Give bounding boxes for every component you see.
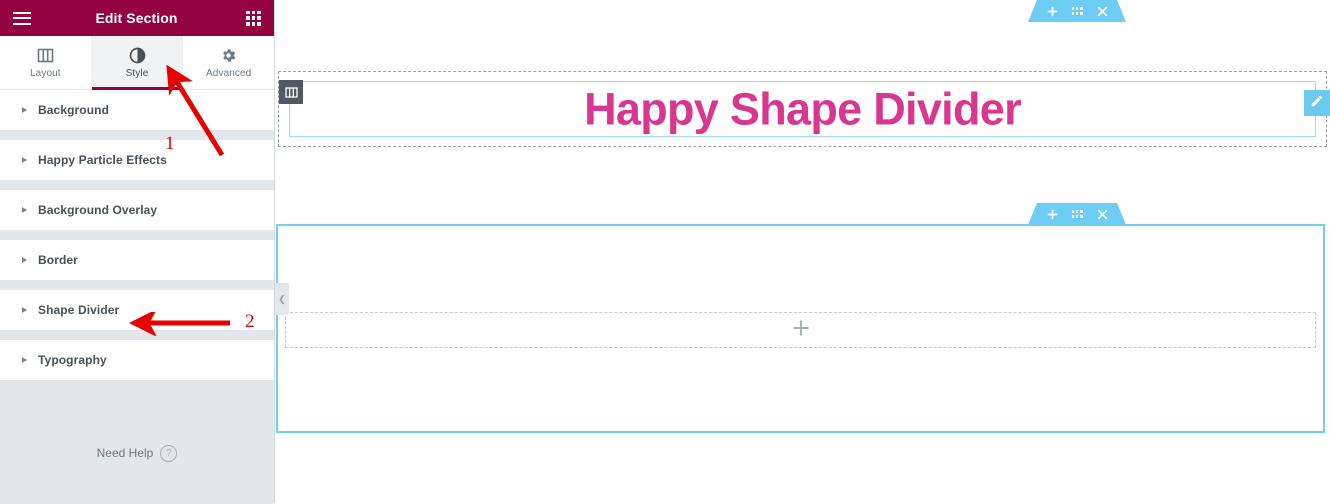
accordion-separator xyxy=(0,130,274,140)
panel-header: Edit Section xyxy=(0,0,274,36)
accordion-border[interactable]: Border xyxy=(0,240,274,280)
need-help-label: Need Help xyxy=(96,446,154,460)
tab-style[interactable]: Style xyxy=(91,36,184,90)
contrast-circle-icon xyxy=(129,47,146,64)
accordion-background[interactable]: Background xyxy=(0,90,274,130)
panel-collapse-handle[interactable]: ❮ xyxy=(275,283,289,315)
drag-dots-icon[interactable] xyxy=(1072,210,1083,218)
accordion-shape-divider[interactable]: Shape Divider xyxy=(0,290,274,330)
grid-apps-icon[interactable] xyxy=(246,10,261,26)
widget-drop-zone[interactable] xyxy=(285,312,1316,348)
accordion-typography[interactable]: Typography xyxy=(0,340,274,380)
tab-layout-label: Layout xyxy=(30,67,61,79)
caret-right-icon xyxy=(22,157,27,163)
caret-right-icon xyxy=(22,307,27,313)
gear-icon xyxy=(220,47,237,64)
accordion-background-overlay[interactable]: Background Overlay xyxy=(0,190,274,230)
tab-layout[interactable]: Layout xyxy=(0,36,92,89)
accordion-label: Border xyxy=(38,253,78,267)
layout-columns-icon xyxy=(37,47,54,64)
tab-style-label: Style xyxy=(125,67,149,79)
section1-controls xyxy=(1028,0,1126,22)
heading-widget-text[interactable]: Happy Shape Divider xyxy=(290,87,1315,132)
drag-dots-icon[interactable] xyxy=(1072,7,1083,15)
panel-tabs: Layout Style Advanced xyxy=(0,36,275,90)
panel-title: Edit Section xyxy=(95,10,178,26)
plus-icon[interactable] xyxy=(1047,209,1058,220)
section-empty-selected[interactable] xyxy=(276,224,1325,433)
accordion-happy-particle-effects[interactable]: Happy Particle Effects xyxy=(0,140,274,180)
section-heading-column[interactable]: Happy Shape Divider xyxy=(289,81,1316,137)
edit-section-panel: Edit Section Layout Style Advanced Backg… xyxy=(0,0,275,504)
column-handle-icon[interactable] xyxy=(279,80,303,104)
annotation-number-1: 1 xyxy=(165,133,175,154)
accordion-separator xyxy=(0,330,274,340)
chevron-left-icon: ❮ xyxy=(278,293,286,304)
pencil-edit-icon xyxy=(1310,94,1324,113)
accordion-label: Background Overlay xyxy=(38,203,158,217)
accordion-separator xyxy=(0,230,274,240)
accordion-label: Background xyxy=(38,103,110,117)
plus-icon xyxy=(792,319,810,341)
accordion-label: Typography xyxy=(38,353,107,367)
section2-controls xyxy=(1028,203,1126,225)
accordion-label: Shape Divider xyxy=(38,303,120,317)
accordion-separator xyxy=(0,180,274,190)
need-help-link[interactable]: Need Help ? xyxy=(96,444,178,462)
accordion-separator xyxy=(0,280,274,290)
annotation-number-2: 2 xyxy=(245,311,255,332)
accordion-label: Happy Particle Effects xyxy=(38,153,167,167)
caret-right-icon xyxy=(22,207,27,213)
section-heading[interactable]: Happy Shape Divider xyxy=(278,71,1330,147)
caret-right-icon xyxy=(22,257,27,263)
edit-widget-button[interactable] xyxy=(1304,90,1330,116)
plus-icon[interactable] xyxy=(1047,6,1058,17)
close-x-icon[interactable] xyxy=(1097,209,1108,220)
tab-advanced[interactable]: Advanced xyxy=(183,36,275,89)
question-circle-icon: ? xyxy=(160,444,178,462)
accordion-separator xyxy=(0,380,274,390)
editor-canvas: ❮ Happy Shape Divider xyxy=(275,0,1330,503)
caret-right-icon xyxy=(22,107,27,113)
panel-footer: Need Help ? xyxy=(0,403,274,503)
close-x-icon[interactable] xyxy=(1097,6,1108,17)
tab-advanced-label: Advanced xyxy=(206,67,252,79)
caret-right-icon xyxy=(22,357,27,363)
